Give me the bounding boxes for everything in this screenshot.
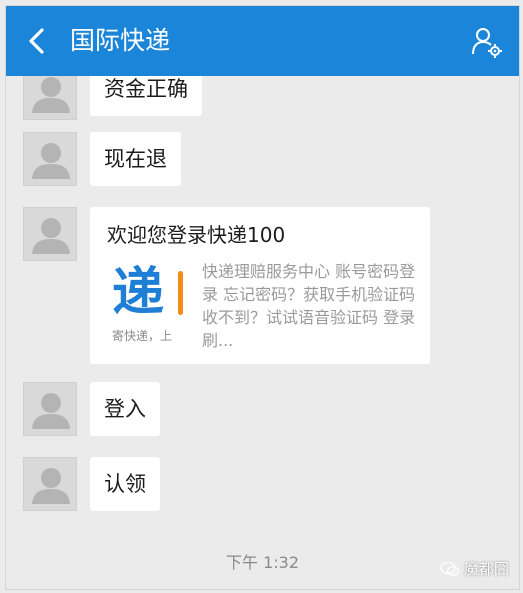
user-settings-icon	[472, 28, 502, 58]
thumbnail-caption: 寄快递，上	[112, 329, 173, 343]
wechat-icon	[440, 561, 460, 576]
watermark-text: 魔都囧	[463, 560, 509, 578]
default-user-icon	[32, 218, 70, 254]
thumbnail-logo-text: 递	[112, 263, 165, 323]
chat-title: 国际快递	[70, 26, 171, 55]
back-arrow-icon	[29, 28, 44, 54]
avatar[interactable]	[23, 132, 77, 186]
link-card-thumbnail: 递 寄快递，上	[106, 261, 194, 349]
thumbnail-orange-mark	[178, 271, 183, 315]
chat-settings-button[interactable]	[471, 26, 503, 58]
default-user-icon	[32, 393, 70, 429]
default-user-icon	[32, 143, 70, 179]
watermark: 魔都囧	[440, 558, 509, 579]
chat-area[interactable]: 资金正确 现在退 欢迎您登录快递100 递 寄快递，上 快递理赔服务中心 账号密…	[6, 62, 519, 589]
message-bubble[interactable]: 现在退	[90, 132, 181, 186]
link-card[interactable]: 欢迎您登录快递100 递 寄快递，上 快递理赔服务中心 账号密码登录 忘记密码？…	[90, 207, 430, 364]
phone-screen: 国际快递 资金正确 现在退 欢迎您登录快递100 递 寄快递，上 快递理赔服务中…	[5, 5, 520, 590]
message-bubble[interactable]: 认领	[90, 457, 160, 511]
avatar[interactable]	[23, 457, 77, 511]
default-user-icon	[32, 468, 70, 504]
back-button[interactable]	[22, 26, 52, 56]
avatar[interactable]	[23, 382, 77, 436]
top-bar: 国际快递	[6, 6, 519, 76]
message-bubble[interactable]: 登入	[90, 382, 160, 436]
avatar[interactable]	[23, 207, 77, 261]
link-card-title: 欢迎您登录快递100	[107, 223, 286, 247]
link-card-description: 快递理赔服务中心 账号密码登录 忘记密码？获取手机验证码 收不到？试试语音验证码…	[202, 262, 416, 350]
